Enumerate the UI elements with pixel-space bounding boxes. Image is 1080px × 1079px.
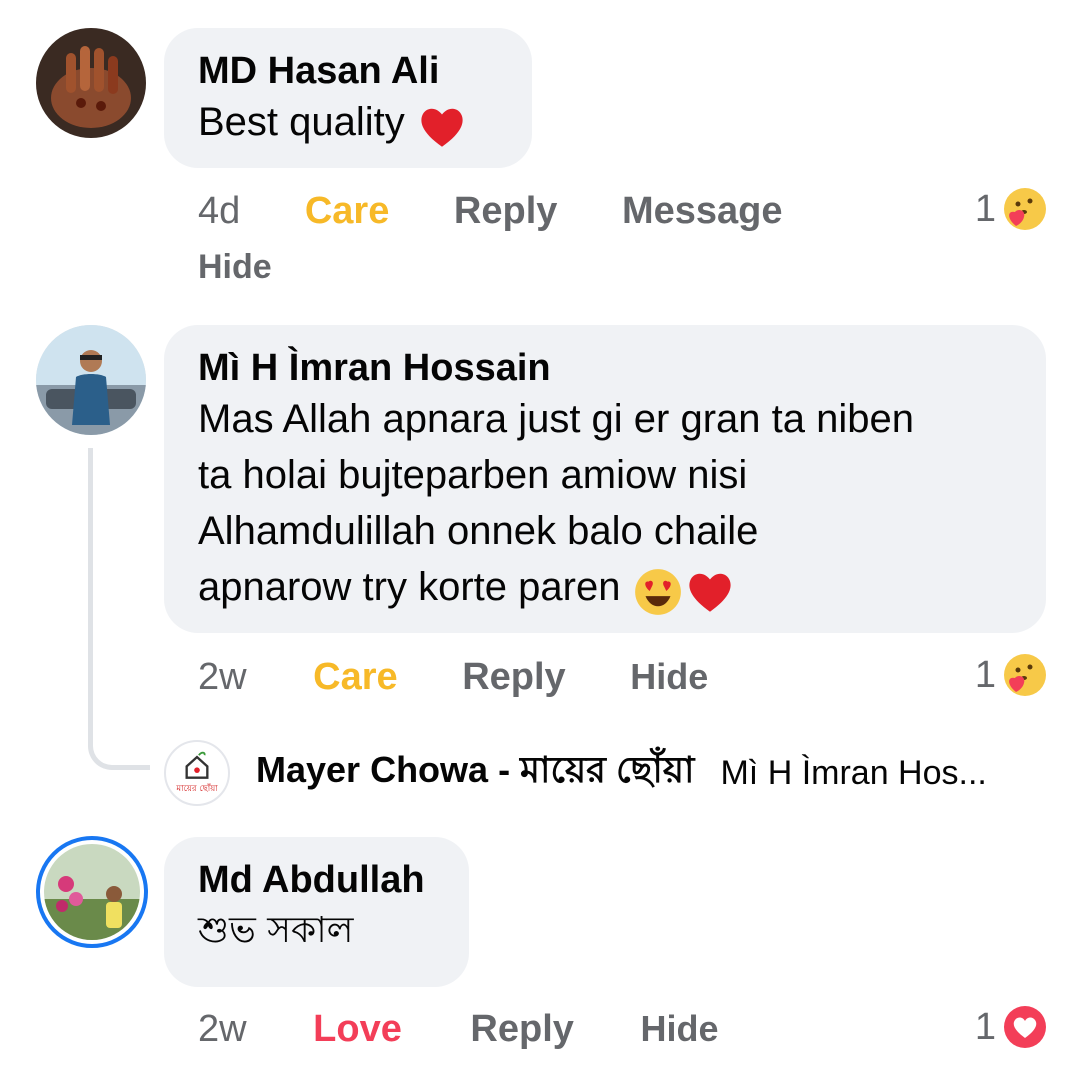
love-reaction-button[interactable]: Love (313, 1008, 402, 1050)
comment-actions: 2w Care Reply Hide (198, 654, 708, 700)
comment-time: 2w (198, 656, 247, 698)
flowers-photo-icon (44, 844, 140, 940)
comment-author[interactable]: MD Hasan Ali (198, 48, 498, 94)
hide-button[interactable]: Hide (640, 1008, 718, 1049)
comment-text-line: ta holai bujteparben amiow nisi (198, 453, 748, 497)
avatar-md-hasan-ali[interactable] (36, 28, 146, 138)
comment-text: শুভ সকাল (198, 910, 354, 951)
care-reaction-button[interactable]: Care (305, 190, 390, 232)
care-reaction-button[interactable]: Care (313, 656, 398, 698)
reaction-count: 1 (974, 654, 996, 696)
reply-thread-line (88, 448, 150, 770)
reaction-summary[interactable]: 1 (975, 1004, 1048, 1050)
avatar-md-abdullah[interactable] (36, 836, 148, 948)
comment-text-content: Best quality (198, 100, 405, 144)
comment-text-line: Mas Allah apnara just gi er gran ta nibe… (198, 397, 914, 441)
reaction-summary[interactable]: 1 (975, 186, 1048, 232)
comment-actions: 4d Care Reply Message (198, 188, 783, 234)
care-emoji-icon (1004, 654, 1046, 696)
comment-text-line-with-emoji: apnarow try korte paren (198, 559, 1012, 618)
reaction-count: 1 (974, 188, 996, 230)
man-photo-icon (36, 325, 146, 435)
comment-bubble: MD Hasan Ali Best quality (164, 28, 532, 168)
page-name[interactable]: Mayer Chowa - মায়ের ছোঁয়া (256, 743, 694, 803)
comment-time: 2w (198, 1008, 247, 1050)
love-heart-icon (1004, 1006, 1046, 1048)
care-emoji-icon (1004, 188, 1046, 230)
message-button[interactable]: Message (622, 190, 783, 232)
comment-bubble: Mì H Ìmran Hossain Mas Allah apnara just… (164, 325, 1046, 633)
comment-text: Best quality (198, 94, 498, 153)
comment-time: 4d (198, 190, 241, 232)
comment-text-line: apnarow try korte paren (198, 565, 621, 609)
heart-eyes-emoji-icon (632, 561, 684, 617)
comment-author[interactable]: Md Abdullah (198, 857, 435, 903)
reaction-summary[interactable]: 1 (975, 652, 1048, 698)
hide-button-row: Hide (198, 244, 272, 290)
reply-button[interactable]: Reply (470, 1008, 573, 1050)
red-heart-emoji-icon (416, 96, 468, 152)
comment-author[interactable]: Mì H Ìmran Hossain (198, 345, 1012, 391)
reply-button[interactable]: Reply (462, 656, 565, 698)
house-logo-icon: মায়ের ছোঁয়া (175, 751, 218, 793)
comment-text-line: Alhamdulillah onnek balo chaile (198, 509, 759, 553)
page-logo-avatar[interactable]: মায়ের ছোঁয়া (164, 740, 230, 806)
reply-button[interactable]: Reply (454, 190, 557, 232)
comment-actions: 2w Love Reply Hide (198, 1006, 718, 1052)
avatar-imran-hossain[interactable] (36, 325, 146, 435)
hide-button[interactable]: Hide (630, 656, 708, 697)
hands-photo-icon (36, 28, 146, 138)
reply-to-text: Mì H Ìmran Hos... (720, 753, 987, 792)
comment-bubble: Md Abdullah শুভ সকাল (164, 837, 469, 987)
logo-text: মায়ের ছোঁয়া (175, 783, 218, 793)
hide-button[interactable]: Hide (198, 248, 272, 286)
red-heart-emoji-icon (684, 561, 736, 617)
reply-preview[interactable]: মায়ের ছোঁয়া Mayer Chowa - মায়ের ছোঁয়… (164, 740, 1064, 806)
reaction-count: 1 (974, 1006, 996, 1048)
